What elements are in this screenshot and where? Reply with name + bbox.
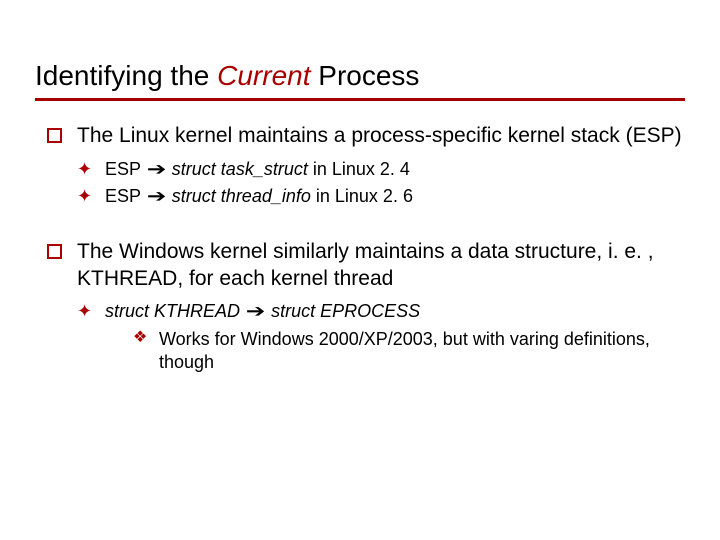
list-item: The Windows kernel similarly maintains a… [47, 239, 685, 293]
diamond-bullet-icon: ❖ [133, 328, 147, 349]
item-ital: struct task_struct [167, 159, 313, 179]
arrow-icon: ➔ [246, 300, 266, 323]
item-ital1: struct KTHREAD [105, 301, 245, 321]
item-post: in Linux 2. 4 [313, 159, 410, 179]
item-text: The Windows kernel similarly maintains a… [77, 240, 654, 290]
item-ital: struct thread_info [167, 186, 316, 206]
star-bullet-icon: ✦ [77, 185, 92, 208]
item-post: in Linux 2. 6 [316, 186, 413, 206]
list-item: ❖ Works for Windows 2000/XP/2003, but wi… [133, 328, 685, 375]
item-pre: ESP [105, 186, 146, 206]
arrow-icon: ➔ [146, 185, 166, 208]
title-part3: Process [311, 60, 420, 91]
square-bullet-icon [47, 244, 62, 259]
slide-title: Identifying the Current Process [35, 60, 685, 101]
title-part1: Identifying the [35, 60, 217, 91]
item-text: The Linux kernel maintains a process-spe… [77, 124, 682, 147]
list-item: The Linux kernel maintains a process-spe… [47, 123, 685, 150]
square-bullet-icon [47, 128, 62, 143]
item-text: Works for Windows 2000/XP/2003, but with… [159, 329, 650, 372]
item-pre: ESP [105, 159, 146, 179]
item-ital2: struct EPROCESS [266, 301, 420, 321]
list-item: ✦ ESP ➔ struct task_struct in Linux 2. 4 [77, 158, 685, 181]
star-bullet-icon: ✦ [77, 300, 92, 323]
list-item: ✦ struct KTHREAD ➔ struct EPROCESS [77, 300, 685, 323]
star-bullet-icon: ✦ [77, 158, 92, 181]
title-part2: Current [217, 60, 310, 91]
list-item: ✦ ESP ➔ struct thread_info in Linux 2. 6 [77, 185, 685, 208]
arrow-icon: ➔ [146, 158, 166, 181]
